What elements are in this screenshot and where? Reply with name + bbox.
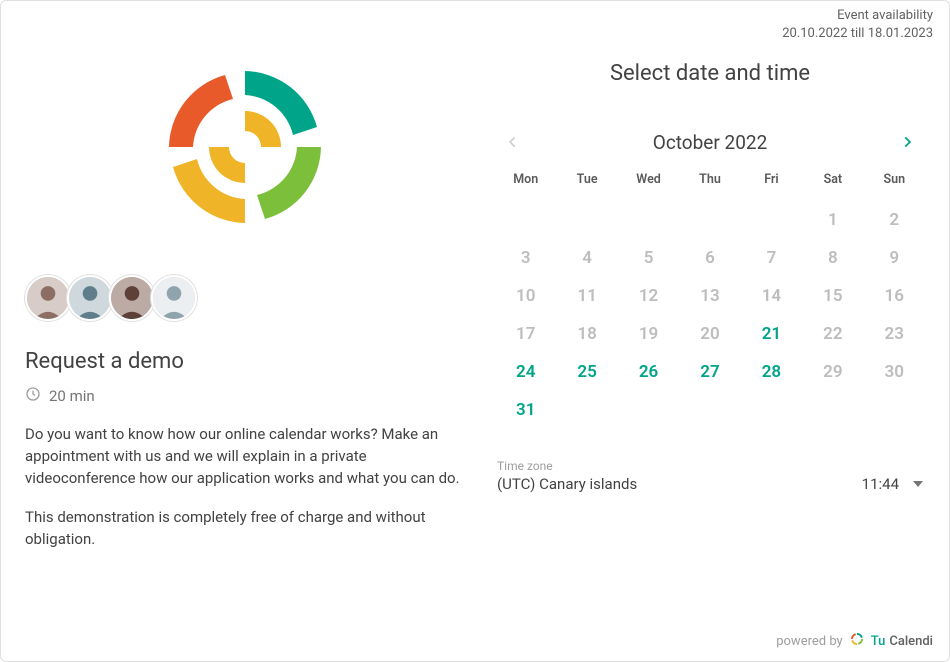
calendar-day-unavailable	[556, 201, 617, 239]
calendar-day-available[interactable]: 21	[741, 315, 802, 353]
event-title: Request a demo	[25, 349, 465, 374]
weekday-label: Thu	[679, 172, 740, 201]
calendar-day-available[interactable]: 26	[618, 353, 679, 391]
calendar-day-unavailable	[679, 391, 740, 429]
calendar-day-unavailable	[495, 201, 556, 239]
calendar-day-unavailable	[864, 391, 925, 429]
date-picker-panel: Select date and time October 2022 MonTue…	[485, 51, 935, 611]
timezone-time: 11:44	[862, 475, 899, 493]
timezone-block: Time zone (UTC) Canary islands 11:44	[495, 459, 925, 493]
month-label: October 2022	[653, 131, 768, 154]
calendar-day-unavailable: 15	[802, 277, 863, 315]
duration-value: 20 min	[49, 387, 95, 405]
calendar-week: 3456789	[495, 239, 925, 277]
calendar-week: 10111213141516	[495, 277, 925, 315]
brand-name: TuCalendi	[871, 634, 933, 649]
calendar-day-unavailable: 19	[618, 315, 679, 353]
calendar-day-unavailable	[679, 201, 740, 239]
chevron-down-icon	[913, 481, 923, 487]
calendar-day-unavailable	[618, 391, 679, 429]
powered-by-footer[interactable]: powered by TuCalendi	[776, 631, 933, 651]
team-avatars	[25, 275, 465, 321]
calendar-day-unavailable	[741, 391, 802, 429]
event-description: Do you want to know how our online calen…	[25, 424, 465, 551]
calendar-grid: 1234567891011121314151617181920212223242…	[495, 201, 925, 429]
powered-by-label: powered by	[776, 634, 843, 649]
availability-label: Event availability	[782, 7, 933, 25]
avatar	[67, 275, 113, 321]
chevron-right-icon	[900, 135, 914, 149]
calendar-day-unavailable: 13	[679, 277, 740, 315]
calendar-day-unavailable: 20	[679, 315, 740, 353]
clock-logo-icon	[145, 47, 345, 247]
next-month-button[interactable]	[891, 126, 923, 158]
calendar-day-unavailable: 5	[618, 239, 679, 277]
description-p2: This demonstration is completely free of…	[25, 507, 465, 551]
calendar-day-unavailable: 29	[802, 353, 863, 391]
timezone-label: Time zone	[497, 459, 923, 473]
avatar	[25, 275, 71, 321]
calendar-day-available[interactable]: 25	[556, 353, 617, 391]
calendar-day-unavailable	[802, 391, 863, 429]
availability-block: Event availability 20.10.2022 till 18.01…	[782, 7, 933, 42]
weekday-label: Mon	[495, 172, 556, 201]
calendar-day-unavailable: 1	[802, 201, 863, 239]
calendar-day-unavailable: 16	[864, 277, 925, 315]
calendar-day-unavailable: 18	[556, 315, 617, 353]
duration-row: 20 min	[25, 386, 465, 406]
calendar-day-unavailable: 2	[864, 201, 925, 239]
calendar-day-unavailable	[556, 391, 617, 429]
calendar-day-unavailable: 3	[495, 239, 556, 277]
calendar-day-unavailable: 9	[864, 239, 925, 277]
availability-range: 20.10.2022 till 18.01.2023	[782, 25, 933, 43]
weekday-label: Tue	[556, 172, 617, 201]
weekday-label: Sun	[864, 172, 925, 201]
calendar-day-unavailable: 23	[864, 315, 925, 353]
brand-mark-icon	[849, 631, 865, 651]
calendar-week: 24252627282930	[495, 353, 925, 391]
weekday-label: Wed	[618, 172, 679, 201]
calendar-week: 31	[495, 391, 925, 429]
booking-widget: Event availability 20.10.2022 till 18.01…	[0, 0, 950, 662]
prev-month-button	[497, 126, 529, 158]
calendar-day-unavailable: 10	[495, 277, 556, 315]
weekday-label: Fri	[741, 172, 802, 201]
weekday-label: Sat	[802, 172, 863, 201]
calendar-day-unavailable: 6	[679, 239, 740, 277]
calendar-day-available[interactable]: 24	[495, 353, 556, 391]
weekday-header: MonTueWedThuFriSatSun	[495, 172, 925, 201]
calendar-day-unavailable: 17	[495, 315, 556, 353]
calendar-day-available[interactable]: 27	[679, 353, 740, 391]
calendar-day-unavailable: 30	[864, 353, 925, 391]
calendar-day-available[interactable]: 28	[741, 353, 802, 391]
calendar-day-unavailable: 7	[741, 239, 802, 277]
calendar-day-available[interactable]: 31	[495, 391, 556, 429]
event-info-panel: Request a demo 20 min Do you want to kno…	[25, 51, 485, 611]
calendar-week: 12	[495, 201, 925, 239]
avatar	[151, 275, 197, 321]
calendar-day-unavailable: 11	[556, 277, 617, 315]
calendar-day-unavailable: 4	[556, 239, 617, 277]
calendar-day-unavailable: 22	[802, 315, 863, 353]
calendar-day-unavailable: 12	[618, 277, 679, 315]
timezone-select[interactable]: (UTC) Canary islands 11:44	[497, 475, 923, 493]
chevron-left-icon	[506, 135, 520, 149]
timezone-name: (UTC) Canary islands	[497, 475, 637, 493]
avatar	[109, 275, 155, 321]
description-p1: Do you want to know how our online calen…	[25, 424, 465, 489]
calendar-day-unavailable	[741, 201, 802, 239]
calendar-day-unavailable: 14	[741, 277, 802, 315]
calendar-day-unavailable	[618, 201, 679, 239]
clock-icon	[25, 386, 41, 406]
calendar-day-unavailable: 8	[802, 239, 863, 277]
select-heading: Select date and time	[495, 61, 925, 86]
brand-logo	[25, 47, 465, 247]
calendar-week: 17181920212223	[495, 315, 925, 353]
month-nav: October 2022	[495, 126, 925, 158]
